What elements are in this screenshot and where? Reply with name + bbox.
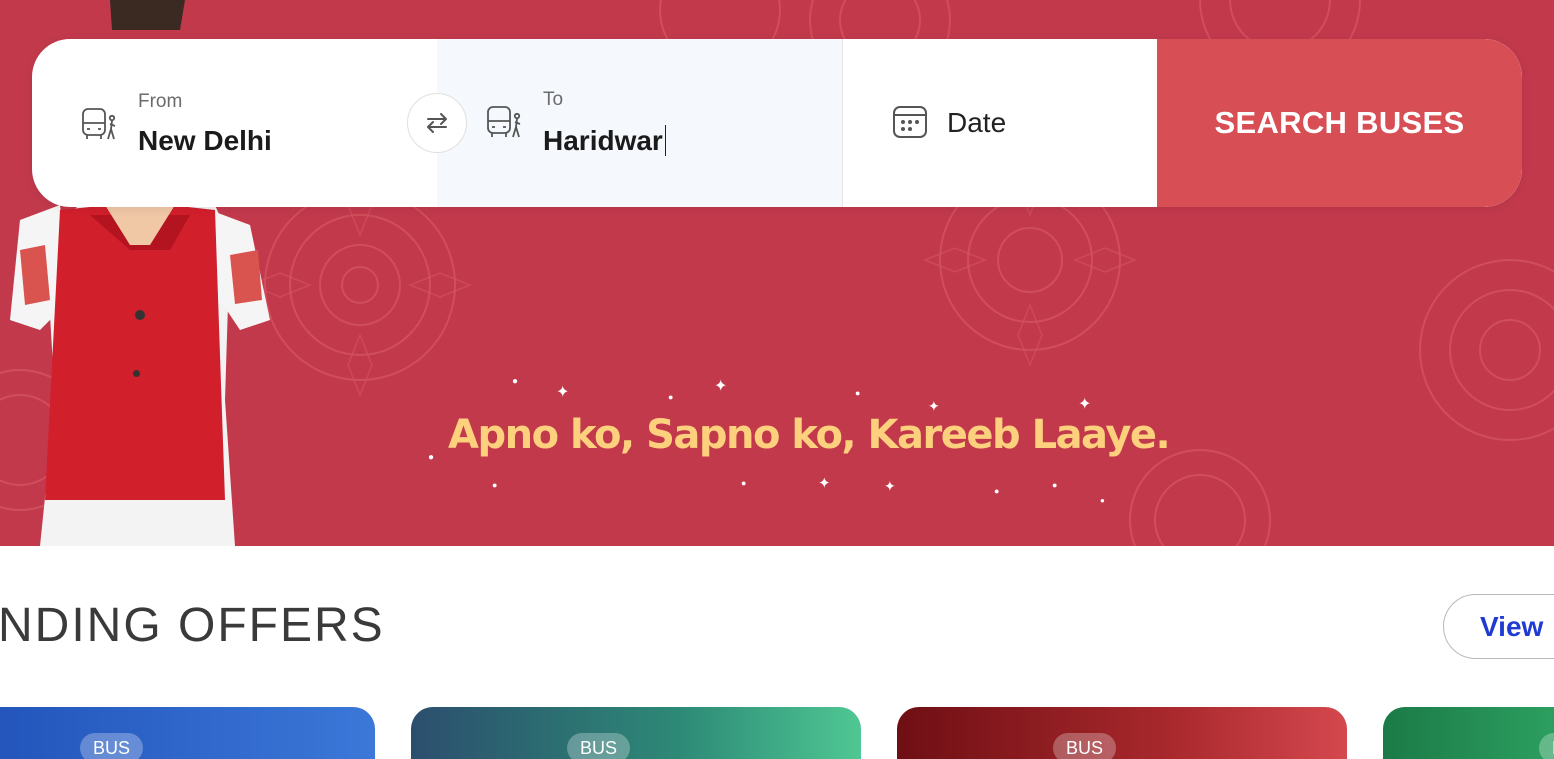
offer-badge: BUS xyxy=(567,733,631,759)
text-caret xyxy=(664,125,667,156)
offer-badge: BUS xyxy=(1053,733,1117,759)
swap-icon xyxy=(427,113,447,133)
sparkle: ● xyxy=(994,486,1000,496)
offer-card[interactable]: B xyxy=(1383,707,1554,759)
to-label: To xyxy=(543,89,564,110)
sparkle: ● xyxy=(1100,496,1105,505)
offers-section-title: ENDING OFFERS xyxy=(0,599,385,652)
sparkle: ● xyxy=(741,478,747,488)
calendar-icon xyxy=(891,103,929,141)
bus-stop-icon xyxy=(485,103,525,143)
bus-search-form: From New Delhi To Haridwar Date SEARCH B… xyxy=(32,39,1522,207)
search-buses-button[interactable]: SEARCH BUSES xyxy=(1157,39,1522,207)
sparkle: ● xyxy=(428,452,435,463)
sparkle: ✦ xyxy=(818,475,831,492)
offer-card[interactable]: BUS xyxy=(0,707,375,759)
from-field[interactable]: From New Delhi xyxy=(32,39,437,207)
sparkle: ● xyxy=(512,376,519,387)
offer-badge: BUS xyxy=(80,733,144,759)
sparkle: ✦ xyxy=(556,384,570,401)
sparkle: ✦ xyxy=(1078,396,1092,413)
offer-card[interactable]: BUS xyxy=(897,707,1347,759)
view-button-label: View xyxy=(1480,611,1544,642)
view-all-offers-button[interactable]: View xyxy=(1443,594,1554,659)
to-field[interactable]: To Haridwar xyxy=(437,39,842,207)
sparkle: ✦ xyxy=(884,478,896,494)
sparkle: ● xyxy=(668,392,674,402)
sparkle: ✦ xyxy=(714,378,728,395)
from-value[interactable]: New Delhi xyxy=(138,125,272,157)
bus-stop-icon xyxy=(80,105,120,145)
date-field[interactable]: Date xyxy=(842,39,1157,207)
to-value: Haridwar xyxy=(543,125,663,156)
sparkle: ● xyxy=(855,388,861,398)
swap-button[interactable] xyxy=(407,93,467,153)
banner-tagline: Apno ko, Sapno ko, Kareeb Laaye. xyxy=(448,412,1171,458)
date-label: Date xyxy=(947,107,1007,138)
sparkle: ● xyxy=(492,480,498,490)
to-input[interactable]: Haridwar xyxy=(543,125,667,157)
offer-card[interactable]: BUS xyxy=(411,707,861,759)
from-label: From xyxy=(138,91,183,112)
offer-badge: B xyxy=(1539,733,1554,759)
sparkle: ● xyxy=(1052,480,1058,490)
